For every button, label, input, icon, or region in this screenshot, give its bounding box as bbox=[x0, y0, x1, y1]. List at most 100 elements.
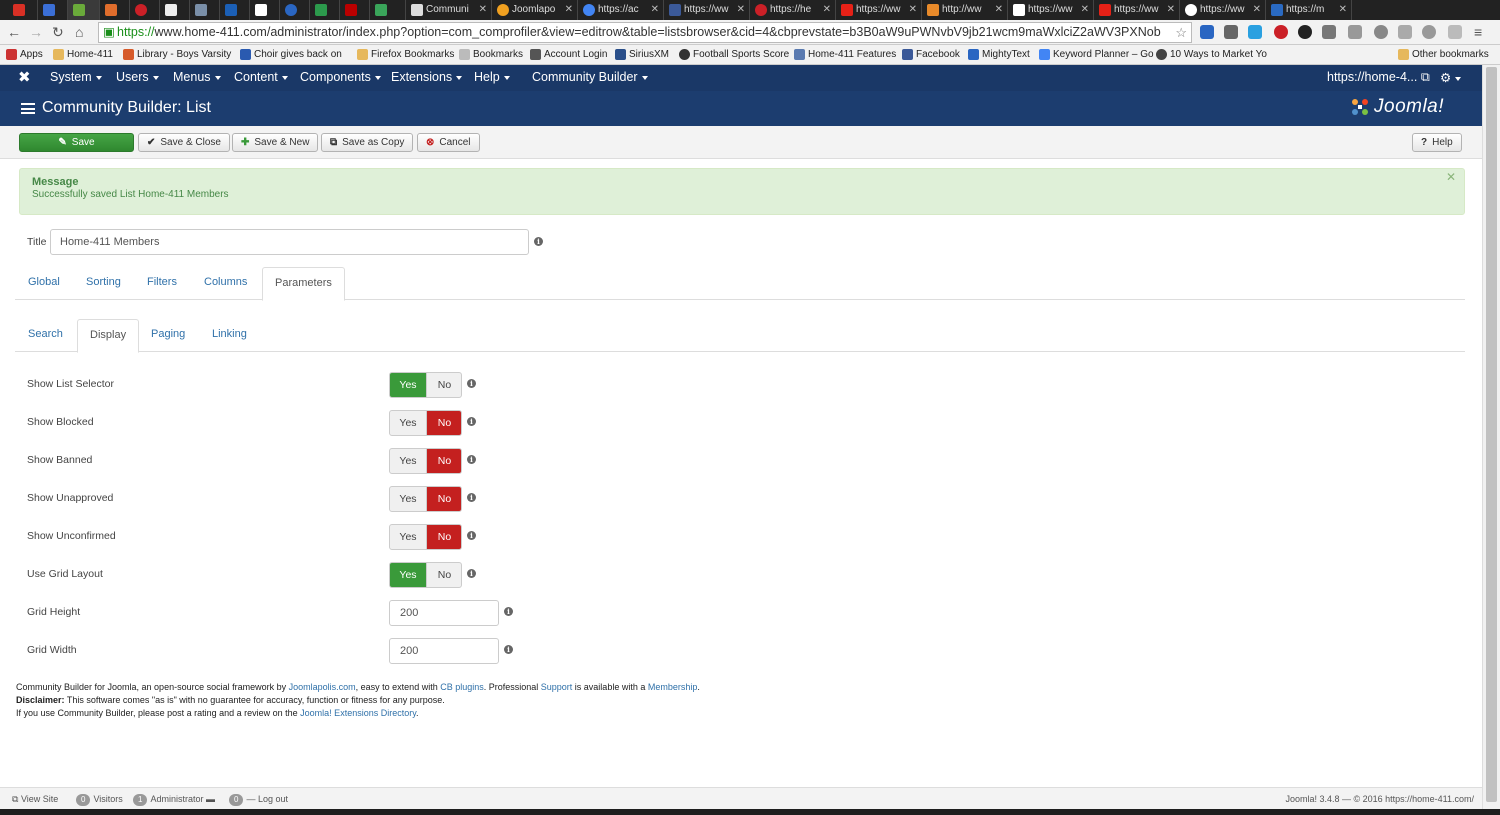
subtab-linking[interactable]: Linking bbox=[200, 319, 259, 352]
save-button[interactable]: ✎ Save bbox=[19, 133, 134, 152]
save-new-button[interactable]: ✚ Save & New bbox=[232, 133, 319, 152]
close-icon[interactable]: ✕ bbox=[479, 0, 487, 20]
grid-height-input[interactable]: 200 bbox=[389, 600, 499, 626]
bookmark-item[interactable]: Home-411 bbox=[53, 45, 113, 64]
show-banned-toggle[interactable]: Yes No bbox=[389, 448, 462, 474]
tab-global[interactable]: Global bbox=[16, 267, 72, 300]
browser-tab[interactable] bbox=[100, 0, 130, 20]
settings-menu[interactable]: ⚙ bbox=[1440, 70, 1462, 85]
info-icon[interactable]: i bbox=[467, 379, 476, 388]
bookmark-item[interactable]: Account Login bbox=[530, 45, 607, 64]
tab-sorting[interactable]: Sorting bbox=[74, 267, 133, 300]
close-icon[interactable]: ✕ bbox=[995, 0, 1003, 20]
browser-tab[interactable] bbox=[250, 0, 280, 20]
joomlapolis-link[interactable]: Joomlapolis.com bbox=[289, 682, 356, 692]
info-icon[interactable]: i bbox=[504, 645, 513, 654]
browser-tab[interactable]: https://m ✕ bbox=[1266, 0, 1352, 20]
extension-icon[interactable] bbox=[1374, 25, 1388, 39]
menu-components[interactable]: Components bbox=[300, 70, 381, 84]
close-icon[interactable]: ✕ bbox=[651, 0, 659, 20]
scrollbar-thumb[interactable] bbox=[1486, 67, 1497, 802]
yes-option[interactable]: Yes bbox=[390, 563, 426, 587]
menu-extensions[interactable]: Extensions bbox=[391, 70, 463, 84]
visitors-status[interactable]: 0 Visitors bbox=[73, 788, 123, 810]
info-icon[interactable]: i bbox=[504, 607, 513, 616]
bookmark-item[interactable]: Keyword Planner – Go bbox=[1039, 45, 1154, 64]
close-icon[interactable]: ✕ bbox=[565, 0, 573, 20]
joomla-menu-icon[interactable]: ✖ bbox=[18, 68, 31, 86]
browser-tab[interactable]: https://ac ✕ bbox=[578, 0, 664, 20]
no-option[interactable]: No bbox=[426, 373, 461, 397]
show-unapproved-toggle[interactable]: Yes No bbox=[389, 486, 462, 512]
browser-tab[interactable]: https://ww ✕ bbox=[1008, 0, 1094, 20]
tab-filters[interactable]: Filters bbox=[135, 267, 189, 300]
page-scrollbar[interactable] bbox=[1482, 65, 1500, 809]
google-icon[interactable] bbox=[1422, 25, 1436, 39]
close-icon[interactable]: ✕ bbox=[1253, 0, 1261, 20]
jed-link[interactable]: Joomla! Extensions Directory bbox=[300, 708, 416, 718]
extension-icon[interactable] bbox=[1298, 25, 1312, 39]
grid-width-input[interactable]: 200 bbox=[389, 638, 499, 664]
browser-tab[interactable]: https://ww ✕ bbox=[1094, 0, 1180, 20]
use-grid-layout-toggle[interactable]: Yes No bbox=[389, 562, 462, 588]
browser-tab-pinterest[interactable] bbox=[130, 0, 160, 20]
reload-icon[interactable]: ↻ bbox=[52, 24, 64, 41]
close-icon[interactable]: ✕ bbox=[1446, 170, 1456, 184]
info-icon[interactable]: i bbox=[467, 455, 476, 464]
info-icon[interactable]: i bbox=[467, 493, 476, 502]
view-site-link[interactable]: ⧉ View Site bbox=[12, 788, 58, 810]
extension-icon[interactable] bbox=[1348, 25, 1362, 39]
menu-users[interactable]: Users bbox=[116, 70, 159, 84]
bookmark-apps[interactable]: Apps bbox=[6, 45, 43, 64]
logout-status[interactable]: 0— Log out bbox=[226, 788, 288, 810]
info-icon[interactable]: i bbox=[467, 569, 476, 578]
show-unconfirmed-toggle[interactable]: Yes No bbox=[389, 524, 462, 550]
yes-option[interactable]: Yes bbox=[390, 487, 426, 511]
browser-tab[interactable]: https://ww ✕ bbox=[664, 0, 750, 20]
yes-option[interactable]: Yes bbox=[390, 411, 426, 435]
close-icon[interactable]: ✕ bbox=[1167, 0, 1175, 20]
help-button[interactable]: ? Help bbox=[1412, 133, 1462, 152]
extension-icon[interactable] bbox=[1248, 25, 1262, 39]
browser-tab[interactable] bbox=[220, 0, 250, 20]
yes-option[interactable]: Yes bbox=[390, 373, 426, 397]
browser-tab[interactable]: https://ww ✕ bbox=[1180, 0, 1266, 20]
yes-option[interactable]: Yes bbox=[390, 525, 426, 549]
title-input[interactable]: Home-411 Members bbox=[50, 229, 529, 255]
browser-tab-gmail[interactable] bbox=[8, 0, 38, 20]
yes-option[interactable]: Yes bbox=[390, 449, 426, 473]
show-blocked-toggle[interactable]: Yes No bbox=[389, 410, 462, 436]
chrome-menu-icon[interactable]: ≡ bbox=[1474, 24, 1482, 40]
membership-link[interactable]: Membership bbox=[648, 682, 698, 692]
extension-icon[interactable] bbox=[1398, 25, 1412, 39]
site-link[interactable]: https://home-4... ⧉ bbox=[1327, 70, 1430, 85]
browser-tab[interactable]: https://ww ✕ bbox=[836, 0, 922, 20]
administrator-status[interactable]: 1 Administrator ▬ bbox=[130, 788, 215, 810]
info-icon[interactable]: i bbox=[467, 531, 476, 540]
home-icon[interactable]: ⌂ bbox=[75, 24, 83, 40]
browser-tab[interactable] bbox=[280, 0, 310, 20]
menu-help[interactable]: Help bbox=[474, 70, 510, 84]
browser-tab[interactable]: https://he ✕ bbox=[750, 0, 836, 20]
cancel-button[interactable]: ⊗ Cancel bbox=[417, 133, 480, 152]
menu-community-builder[interactable]: Community Builder bbox=[532, 70, 648, 84]
close-icon[interactable]: ✕ bbox=[909, 0, 917, 20]
close-icon[interactable]: ✕ bbox=[823, 0, 831, 20]
no-option[interactable]: No bbox=[426, 411, 461, 435]
bookmark-other[interactable]: Other bookmarks bbox=[1398, 45, 1489, 64]
menu-system[interactable]: System bbox=[50, 70, 102, 84]
bookmark-item[interactable]: Firefox Bookmarks bbox=[357, 45, 454, 64]
browser-tab[interactable]: Joomlapo ✕ bbox=[492, 0, 578, 20]
bookmark-item[interactable]: Library - Boys Varsity bbox=[123, 45, 231, 64]
info-icon[interactable]: i bbox=[534, 237, 543, 246]
browser-tab[interactable]: Communi ✕ bbox=[406, 0, 492, 20]
pinterest-icon[interactable] bbox=[1274, 25, 1288, 39]
url-input[interactable]: ▣ https://www.home-411.com/administrator… bbox=[98, 22, 1192, 43]
no-option[interactable]: No bbox=[426, 487, 461, 511]
info-icon[interactable]: i bbox=[467, 417, 476, 426]
show-list-selector-toggle[interactable]: Yes No bbox=[389, 372, 462, 398]
bookmark-item[interactable]: Bookmarks bbox=[459, 45, 523, 64]
bookmark-item[interactable]: Home-411 Features bbox=[794, 45, 896, 64]
tab-columns[interactable]: Columns bbox=[192, 267, 259, 300]
browser-tab[interactable] bbox=[68, 0, 100, 20]
